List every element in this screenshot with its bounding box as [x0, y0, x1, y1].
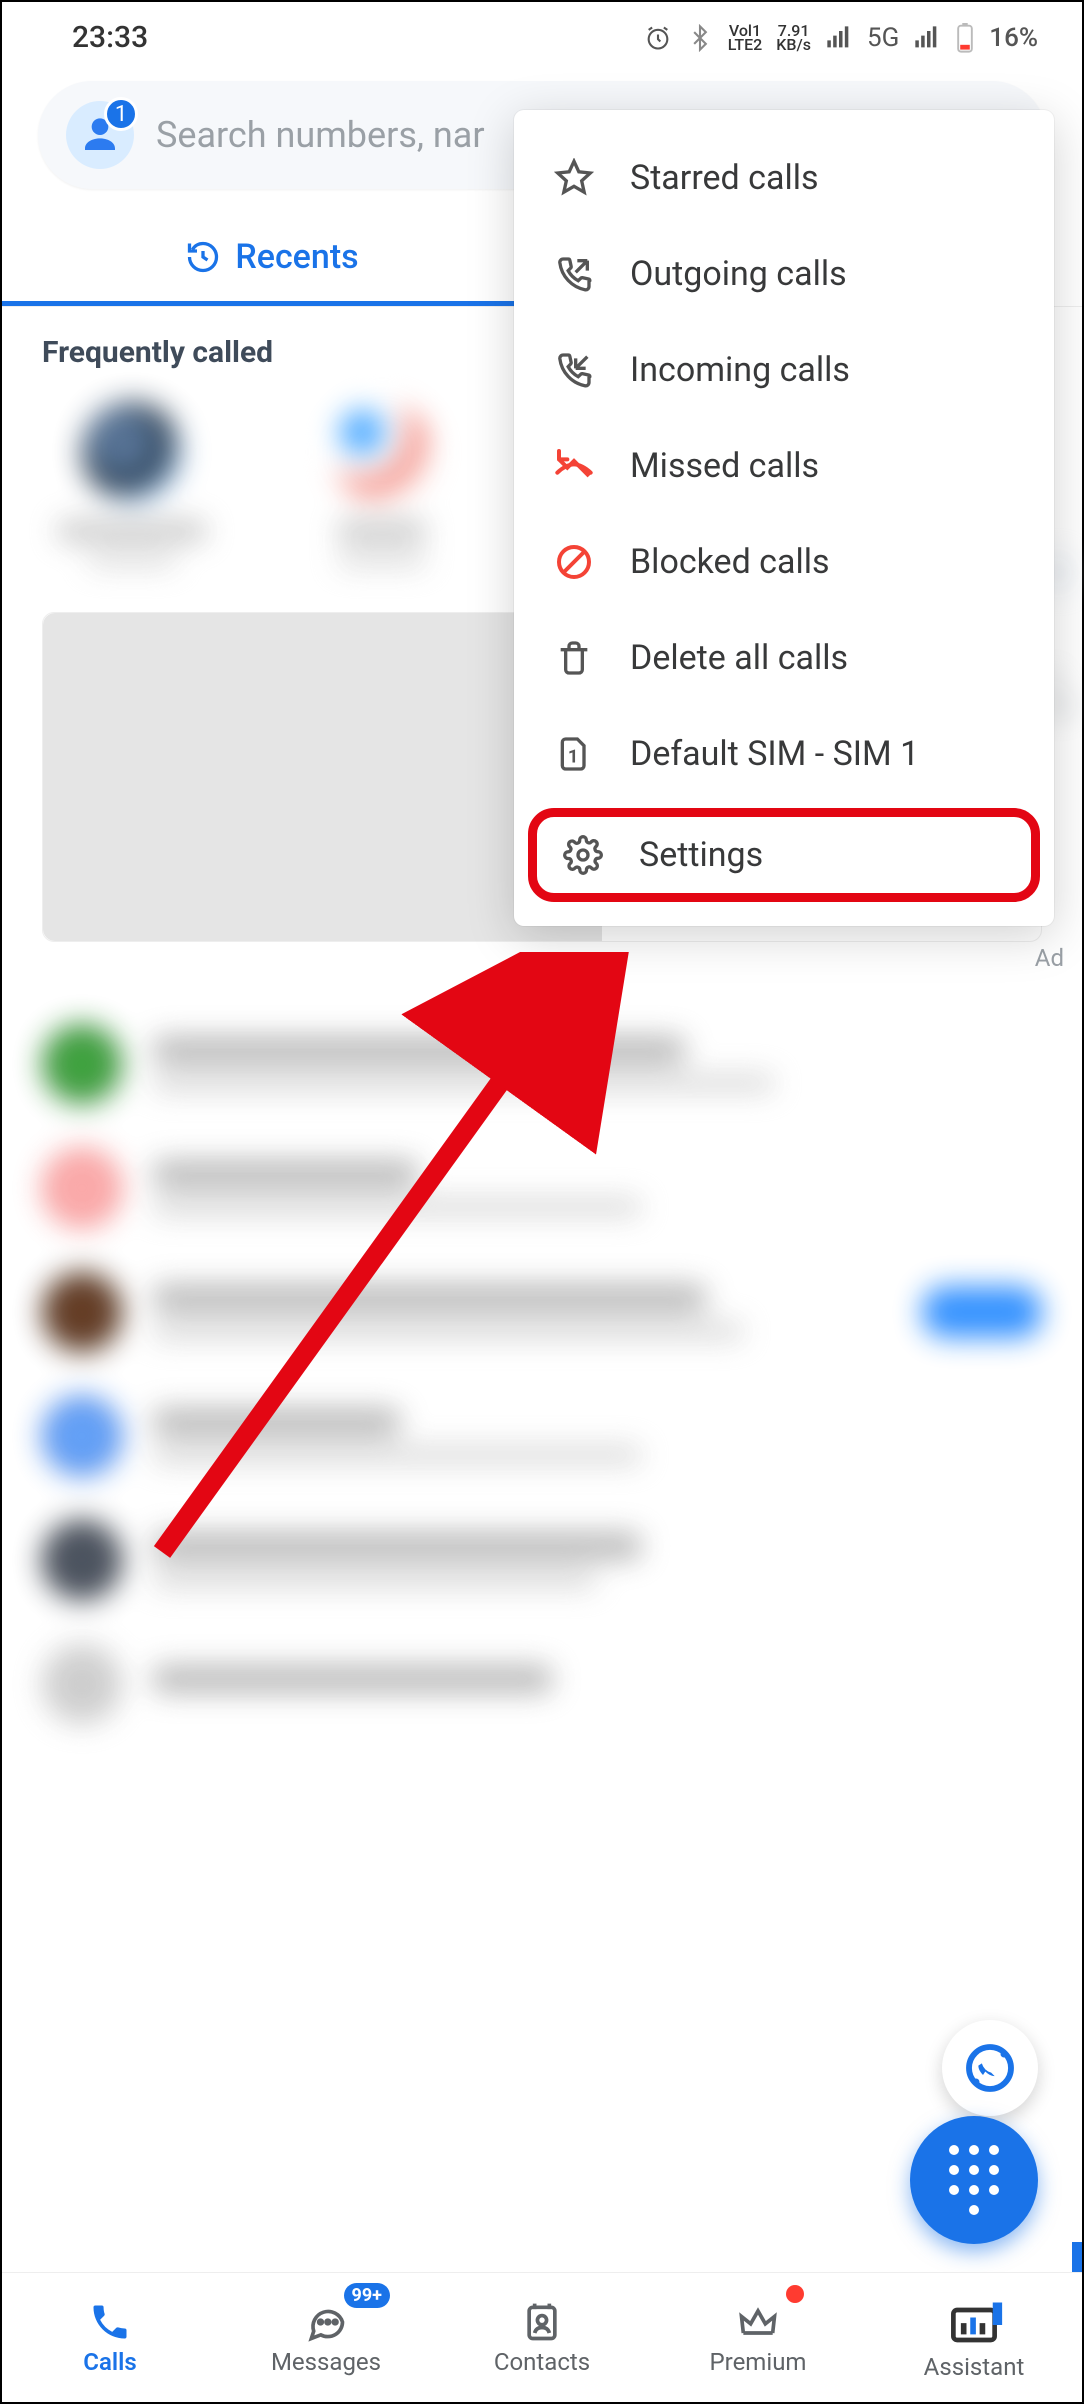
account-avatar[interactable]: 1: [66, 101, 134, 169]
menu-item-label: Outgoing calls: [630, 254, 847, 294]
messages-badge: 99+: [344, 2283, 390, 2308]
frequent-contact[interactable]: [42, 402, 222, 568]
message-icon: [304, 2300, 348, 2344]
ad-label: Ad: [1035, 944, 1064, 972]
recent-calls-list: [2, 1002, 1082, 1746]
menu-item-label: Incoming calls: [630, 350, 850, 390]
bottom-nav: Calls Messages 99+ Contacts Premium Assi…: [2, 2272, 1082, 2402]
nav-label: Messages: [271, 2348, 381, 2376]
call-row[interactable]: [2, 1622, 1082, 1746]
battery-icon: [955, 23, 975, 53]
signal-icon: [825, 24, 853, 52]
menu-item-label: Blocked calls: [630, 542, 830, 582]
status-bar: 23:33 Vol1LTE2 7.91KB/s 5G 16%: [2, 2, 1082, 63]
bluetooth-icon: [686, 24, 714, 52]
gear-icon: [563, 835, 603, 875]
speed-indicator: 7.91KB/s: [776, 24, 811, 52]
block-icon: [554, 542, 594, 582]
notification-badge: 1: [104, 97, 138, 131]
star-icon: [554, 158, 594, 198]
sim-icon: 1: [554, 734, 594, 774]
menu-incoming-calls[interactable]: Incoming calls: [514, 322, 1054, 418]
call-row[interactable]: [2, 1498, 1082, 1622]
nav-assistant[interactable]: Assistant: [866, 2273, 1082, 2402]
phone-outgoing-icon: [554, 254, 594, 294]
menu-delete-all-calls[interactable]: Delete all calls: [514, 610, 1054, 706]
menu-default-sim[interactable]: 1 Default SIM - SIM 1: [514, 706, 1054, 802]
menu-missed-calls[interactable]: Missed calls: [514, 418, 1054, 514]
phone-missed-icon: [554, 446, 594, 486]
call-row[interactable]: [2, 1250, 1082, 1374]
call-row[interactable]: [2, 1002, 1082, 1126]
nav-calls[interactable]: Calls: [2, 2273, 218, 2402]
contacts-icon: [520, 2300, 564, 2344]
search-placeholder: Search numbers, nar: [156, 114, 485, 156]
phone-circle-icon: [962, 2040, 1018, 2096]
truecaller-fab[interactable]: [942, 2020, 1038, 2116]
signal-icon-2: [913, 24, 941, 52]
premium-dot: [786, 2285, 804, 2303]
trash-icon: [554, 638, 594, 678]
call-row[interactable]: [2, 1374, 1082, 1498]
history-icon: [185, 239, 221, 275]
status-time: 23:33: [72, 20, 148, 55]
nav-label: Contacts: [494, 2348, 590, 2376]
overflow-menu: Starred calls Outgoing calls Incoming ca…: [514, 110, 1054, 926]
svg-text:1: 1: [568, 746, 579, 767]
frequent-contact[interactable]: [292, 402, 472, 568]
phone-incoming-icon: [554, 350, 594, 390]
nav-premium[interactable]: Premium: [650, 2273, 866, 2402]
crown-icon: [736, 2300, 780, 2344]
tab-recents[interactable]: Recents: [2, 211, 542, 306]
menu-item-label: Delete all calls: [630, 638, 848, 678]
volte-indicator: Vol1LTE2: [728, 24, 763, 52]
phone-icon: [88, 2300, 132, 2344]
menu-item-label: Settings: [639, 835, 763, 875]
alarm-icon: [644, 24, 672, 52]
nav-messages[interactable]: Messages 99+: [218, 2273, 434, 2402]
nav-contacts[interactable]: Contacts: [434, 2273, 650, 2402]
menu-outgoing-calls[interactable]: Outgoing calls: [514, 226, 1054, 322]
nav-label: Assistant: [924, 2353, 1025, 2381]
battery-percent: 16%: [989, 23, 1038, 53]
menu-blocked-calls[interactable]: Blocked calls: [514, 514, 1054, 610]
dialpad-icon: [949, 2145, 999, 2215]
menu-item-label: Starred calls: [630, 158, 819, 198]
menu-item-label: Missed calls: [630, 446, 819, 486]
menu-settings[interactable]: Settings: [528, 808, 1040, 902]
tab-recents-label: Recents: [235, 237, 358, 277]
assistant-icon: [944, 2295, 1004, 2355]
call-row[interactable]: [2, 1126, 1082, 1250]
dialpad-fab[interactable]: [910, 2116, 1038, 2244]
network-type: 5G: [867, 23, 899, 53]
menu-item-label: Default SIM - SIM 1: [630, 734, 919, 774]
nav-label: Premium: [710, 2348, 807, 2376]
menu-starred-calls[interactable]: Starred calls: [514, 130, 1054, 226]
nav-label: Calls: [83, 2348, 136, 2376]
